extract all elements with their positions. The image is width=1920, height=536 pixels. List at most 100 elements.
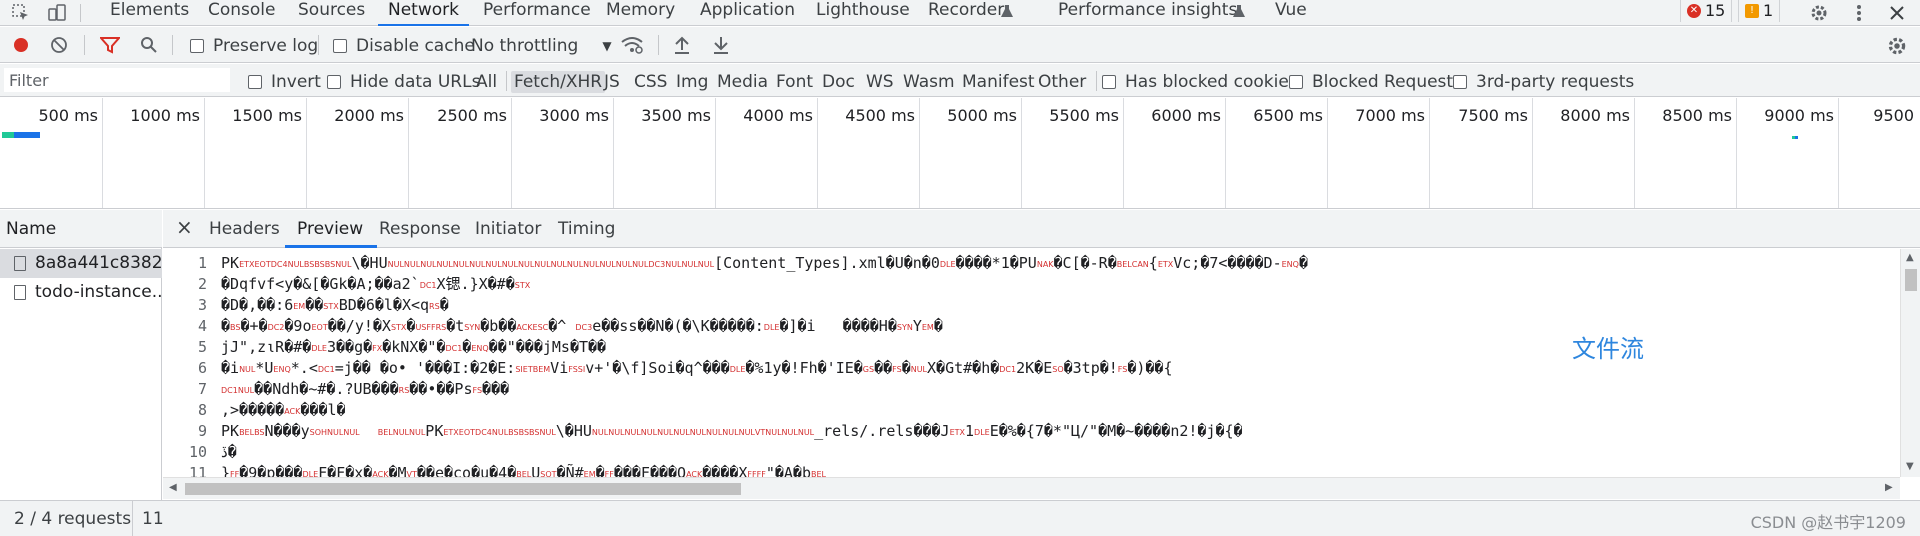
timeline-tick-label: 2000 ms: [334, 106, 404, 125]
tab-performance[interactable]: Performance: [483, 0, 591, 26]
tab-application[interactable]: Application: [700, 0, 795, 26]
warning-icon: !: [1745, 4, 1759, 18]
timeline-gridline: [204, 98, 205, 208]
tab-headers[interactable]: Headers: [209, 219, 280, 239]
hide-data-urls-label: Hide data URLs: [350, 72, 481, 92]
vertical-scroll-thumb[interactable]: [1905, 269, 1917, 291]
filter-type-img[interactable]: Img: [676, 71, 708, 93]
timeline-gridline: [1123, 98, 1124, 208]
request-row[interactable]: 8a8a441c8382...: [0, 249, 162, 278]
inspect-element-icon[interactable]: [10, 2, 32, 24]
name-column-header[interactable]: Name: [0, 210, 162, 248]
timeline-tick-label: 7500 ms: [1458, 106, 1528, 125]
preserve-log-label: Preserve log: [213, 36, 319, 56]
throttling-select[interactable]: No throttling ▼: [471, 35, 612, 57]
timeline-tick-label: 3000 ms: [539, 106, 609, 125]
error-count-badge[interactable]: ✕ 15: [1680, 0, 1733, 22]
third-party-requests-checkbox[interactable]: 3rd-party requests: [1453, 71, 1634, 93]
filter-funnel-icon[interactable]: [100, 36, 120, 54]
line-text: jJ",z⍳R�#�DLE3��g�FX�kNX�"�DC1�ENQ��"���…: [221, 338, 607, 356]
record-icon[interactable]: [12, 36, 30, 54]
tab-timing[interactable]: Timing: [558, 219, 615, 239]
close-devtools-icon[interactable]: [1886, 2, 1908, 24]
filter-type-all[interactable]: All: [476, 71, 497, 93]
timeline-gridline: [1225, 98, 1226, 208]
has-blocked-cookies-checkbox[interactable]: Has blocked cookies: [1102, 71, 1298, 93]
invert-checkbox[interactable]: Invert: [248, 71, 321, 93]
tab-response[interactable]: Response: [379, 219, 461, 239]
timeline-tick-label: 9500: [1873, 106, 1914, 125]
preview-line: 9 PKBELBSN���ySOHNULNUL BELNULNULPKETXEOT…: [163, 421, 1900, 442]
line-text: PKETXEOTDC4NULBSBSBSNUL\�HUNULNULNULNULN…: [221, 254, 1308, 272]
tab-sources[interactable]: Sources: [298, 0, 365, 26]
preserve-log-checkbox[interactable]: Preserve log: [190, 35, 318, 57]
tab-elements[interactable]: Elements: [110, 0, 189, 26]
filter-type-other[interactable]: Other: [1038, 71, 1086, 93]
hide-data-urls-checkbox[interactable]: Hide data URLs: [327, 71, 480, 93]
filter-type-wasm[interactable]: Wasm: [903, 71, 955, 93]
tab-performance-insights[interactable]: Performance insights: [1058, 0, 1237, 26]
timeline-tick-label: 6000 ms: [1151, 106, 1221, 125]
throttling-value: No throttling: [471, 36, 579, 56]
device-toolbar-icon[interactable]: [46, 2, 68, 24]
network-conditions-wifi-icon[interactable]: [620, 35, 644, 55]
preview-line: 7 DC1NUL��Ndh�~#�.?UB���RS��•��PsFS���: [163, 379, 1900, 400]
tab-console[interactable]: Console: [208, 0, 276, 26]
flask-icon: [1228, 0, 1250, 22]
filter-type-fetch-xhr[interactable]: Fetch/XHR: [511, 71, 606, 93]
tab-lighthouse[interactable]: Lighthouse: [816, 0, 910, 26]
timeline-tick-label: 8500 ms: [1662, 106, 1732, 125]
tab-memory[interactable]: Memory: [606, 0, 675, 26]
error-count: 15: [1705, 1, 1726, 20]
export-har-icon[interactable]: [712, 35, 730, 55]
devtools-tab-bar: Elements Console Sources Network Perform…: [0, 0, 1920, 26]
timeline-overview[interactable]: 500 ms 1000 ms 1500 ms 2000 ms 2500 ms 3000 m…: [0, 98, 1920, 209]
clear-icon[interactable]: [50, 36, 68, 54]
has-blocked-cookies-label: Has blocked cookies: [1125, 72, 1298, 92]
horizontal-scrollbar[interactable]: ◀ ▶: [163, 477, 1900, 499]
settings-gear-icon[interactable]: [1808, 2, 1830, 24]
network-toolbar: Preserve log Disable cache No throttling…: [0, 27, 1920, 63]
file-icon: [14, 256, 26, 271]
scroll-down-icon[interactable]: ▼: [1906, 461, 1914, 472]
filter-type-ws[interactable]: WS: [866, 71, 894, 93]
line-number: 4: [197, 317, 207, 335]
import-har-icon[interactable]: [673, 35, 691, 55]
more-options-icon[interactable]: [1848, 2, 1870, 24]
timeline-tick-label: 500 ms: [38, 106, 98, 125]
tab-vue[interactable]: Vue: [1275, 0, 1307, 26]
tab-network[interactable]: Network: [378, 0, 469, 26]
search-icon[interactable]: [140, 36, 158, 54]
scroll-left-icon[interactable]: ◀: [169, 482, 177, 493]
line-number: 6: [197, 359, 207, 377]
timeline-tick-label: 6500 ms: [1253, 106, 1323, 125]
filter-type-doc[interactable]: Doc: [822, 71, 855, 93]
filter-type-media[interactable]: Media: [717, 71, 768, 93]
tab-preview[interactable]: Preview: [297, 219, 363, 239]
scroll-up-icon[interactable]: ▲: [1906, 252, 1914, 263]
filter-type-css[interactable]: CSS: [634, 71, 667, 93]
timeline-gridline: [1634, 98, 1635, 208]
disable-cache-checkbox[interactable]: Disable cache: [333, 35, 475, 57]
request-row[interactable]: todo-instance...: [0, 278, 162, 307]
filter-type-manifest[interactable]: Manifest: [962, 71, 1035, 93]
preview-line: 2 �Dqfvf<y�&[�Gk�A;��a2`DC1X锶.}X�#�STX: [163, 274, 1900, 295]
scroll-right-icon[interactable]: ▶: [1885, 482, 1893, 493]
network-settings-gear-icon[interactable]: [1886, 35, 1908, 57]
close-detail-icon[interactable]: ×: [176, 215, 193, 239]
warning-count-badge[interactable]: ! 1: [1738, 0, 1781, 22]
tab-initiator[interactable]: Initiator: [475, 219, 541, 239]
filter-type-font[interactable]: Font: [776, 71, 813, 93]
vertical-scrollbar[interactable]: ▲ ▼: [1900, 249, 1920, 477]
timeline-gridline: [1736, 98, 1737, 208]
horizontal-scroll-thumb[interactable]: [185, 483, 741, 495]
tab-recorder[interactable]: Recorder: [928, 0, 1004, 26]
timeline-tick-label: 9000 ms: [1764, 106, 1834, 125]
filter-input[interactable]: [4, 68, 230, 92]
timeline-gridline: [511, 98, 512, 208]
blocked-requests-checkbox[interactable]: Blocked Requests: [1289, 71, 1462, 93]
line-number: 7: [197, 380, 207, 398]
timeline-gridline: [919, 98, 920, 208]
preview-line: 3 �D�,��:6EM��STXBD�6�l�X<qRS�: [163, 295, 1900, 316]
filter-type-js[interactable]: JS: [604, 71, 620, 93]
